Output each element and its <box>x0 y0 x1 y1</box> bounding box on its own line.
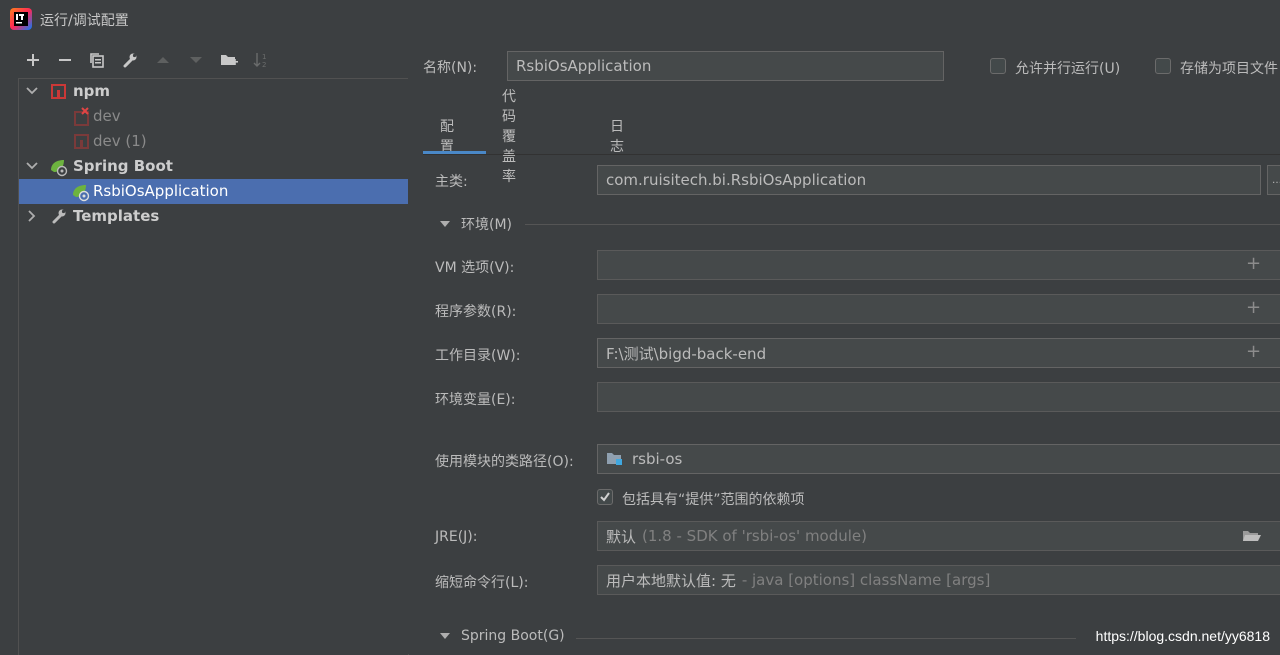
include-provided-label: 包括具有“提供”范围的依赖项 <box>622 492 805 508</box>
shorten-cmd-select[interactable]: 用户本地默认值: 无 - java [options] className [a… <box>597 565 1280 595</box>
tree-item-templates[interactable]: Templates <box>19 204 408 229</box>
name-value: RsbiOsApplication <box>516 57 652 75</box>
name-input[interactable]: RsbiOsApplication <box>507 51 944 81</box>
sort-icon[interactable]: 12 <box>249 46 275 74</box>
tree-item-npm[interactable]: npm <box>19 79 408 104</box>
tab-divider <box>423 154 1280 155</box>
remove-icon[interactable] <box>52 46 78 74</box>
title-bar: 运行/调试配置 <box>0 0 1280 38</box>
module-select[interactable]: rsbi-os <box>597 444 1280 474</box>
spring-boot-section[interactable]: Spring Boot(G) <box>439 628 565 644</box>
vm-options-input[interactable] <box>597 250 1280 280</box>
program-args-input[interactable] <box>597 294 1280 324</box>
tree-item-label: npm <box>73 82 111 100</box>
shorten-cmd-hint: - java [options] className [args] <box>741 571 991 589</box>
window-title: 运行/调试配置 <box>40 13 129 29</box>
wrench-icon <box>52 209 66 224</box>
watermark: https://blog.csdn.net/yy6818 <box>1095 628 1270 644</box>
expand-plus-icon[interactable]: + <box>1246 253 1261 274</box>
tree-item-label: dev (1) <box>93 132 147 150</box>
check-icon <box>600 492 610 502</box>
shorten-cmd-value: 用户本地默认值: 无 <box>606 571 736 590</box>
browse-main-class-button[interactable]: … <box>1267 165 1280 195</box>
tree-item-label: Spring Boot <box>73 157 173 175</box>
wrench-icon[interactable] <box>117 46 143 74</box>
npm-icon <box>51 84 66 99</box>
npm-icon <box>74 134 89 149</box>
svg-text:1: 1 <box>262 53 266 61</box>
new-folder-icon[interactable] <box>216 46 242 74</box>
section-title: Spring Boot(G) <box>461 628 565 644</box>
main-class-label: 主类: <box>435 174 468 190</box>
module-value: rsbi-os <box>632 450 683 468</box>
module-classpath-label: 使用模块的类路径(O): <box>435 454 574 470</box>
configurations-panel: 12 npm dev dev (1) Spring Boot RsbiOsApp… <box>0 38 409 655</box>
configuration-editor: 名称(N): RsbiOsApplication 允许并行运行(U) 存储为项目… <box>408 38 1280 654</box>
expand-plus-icon[interactable]: + <box>1246 297 1261 318</box>
add-icon[interactable] <box>20 46 46 74</box>
tree-item-rsbiosapplication[interactable]: RsbiOsApplication <box>19 179 408 204</box>
tree-item-dev-1[interactable]: dev (1) <box>19 129 408 154</box>
tree-item-label: dev <box>93 107 121 125</box>
npm-error-icon <box>74 107 89 126</box>
environment-section[interactable]: 环境(M) <box>439 214 512 234</box>
store-as-file-label: 存储为项目文件 <box>1180 61 1278 77</box>
tab-logs[interactable]: 日志 <box>610 118 624 155</box>
env-vars-input[interactable] <box>597 382 1280 412</box>
allow-parallel-checkbox[interactable] <box>990 58 1006 74</box>
working-dir-label: 工作目录(W): <box>435 348 521 364</box>
folder-open-icon[interactable] <box>1242 528 1262 544</box>
svg-text:2: 2 <box>262 61 266 68</box>
working-dir-input[interactable]: F:\测试\bigd-back-end <box>597 338 1280 368</box>
tab-config[interactable]: 配置 <box>440 118 454 155</box>
chevron-right-icon[interactable] <box>25 209 39 223</box>
allow-parallel-label: 允许并行运行(U) <box>1015 61 1121 77</box>
section-title: 环境(M) <box>461 217 513 233</box>
module-folder-icon <box>607 453 622 465</box>
collapse-triangle-icon[interactable] <box>439 631 451 641</box>
move-down-icon[interactable] <box>183 46 209 74</box>
collapse-triangle-icon[interactable] <box>439 219 451 229</box>
expand-plus-icon[interactable]: + <box>1246 341 1261 362</box>
move-up-icon[interactable] <box>150 46 176 74</box>
section-divider <box>576 638 1076 639</box>
main-class-value: com.ruisitech.bi.RsbiOsApplication <box>606 171 867 189</box>
tree-item-spring-boot[interactable]: Spring Boot <box>19 154 408 179</box>
chevron-down-icon[interactable] <box>25 159 39 173</box>
store-as-file-checkbox[interactable] <box>1155 58 1171 74</box>
name-label: 名称(N): <box>423 60 478 76</box>
intellij-logo-icon <box>10 8 32 30</box>
section-divider <box>525 224 1280 225</box>
spring-boot-icon <box>73 185 90 202</box>
main-class-input[interactable]: com.ruisitech.bi.RsbiOsApplication <box>597 165 1261 195</box>
configuration-tree: npm dev dev (1) Spring Boot RsbiOsApplic… <box>18 78 409 655</box>
tree-item-label: Templates <box>73 207 160 225</box>
tab-label: 代码覆盖率 <box>502 89 516 185</box>
vm-options-label: VM 选项(V): <box>435 260 515 276</box>
tab-label: 配置 <box>440 119 454 155</box>
copy-icon[interactable] <box>84 46 110 74</box>
tab-label: 日志 <box>610 119 624 155</box>
jre-value: 默认 <box>606 527 637 546</box>
tree-item-dev[interactable]: dev <box>19 104 408 129</box>
chevron-down-icon[interactable] <box>25 84 39 98</box>
jre-select[interactable]: 默认 (1.8 - SDK of 'rsbi-os' module) <box>597 521 1280 551</box>
shorten-cmd-label: 缩短命令行(L): <box>435 575 529 591</box>
spring-boot-icon <box>51 160 68 177</box>
tree-item-label: RsbiOsApplication <box>93 182 229 200</box>
include-provided-checkbox[interactable] <box>597 489 613 505</box>
jre-hint: (1.8 - SDK of 'rsbi-os' module) <box>642 527 868 545</box>
working-dir-value: F:\测试\bigd-back-end <box>606 344 767 363</box>
jre-label: JRE(J): <box>435 529 478 545</box>
program-args-label: 程序参数(R): <box>435 304 517 320</box>
tab-coverage[interactable]: 代码覆盖率 <box>502 89 516 185</box>
env-vars-label: 环境变量(E): <box>435 392 516 408</box>
